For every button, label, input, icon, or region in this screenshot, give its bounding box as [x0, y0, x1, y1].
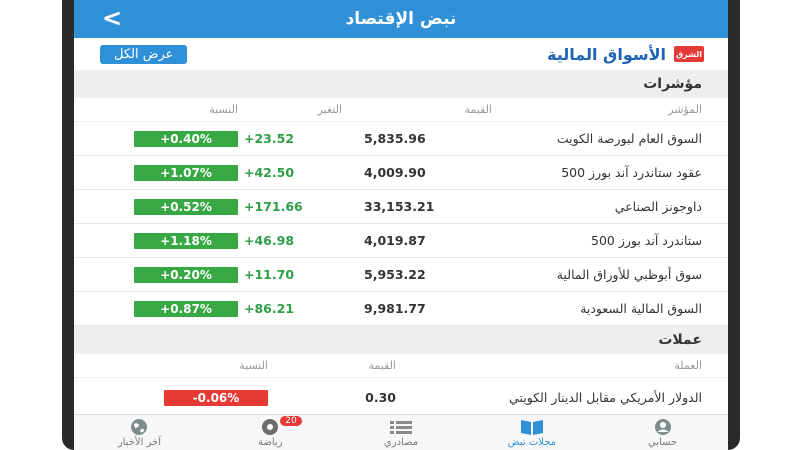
list-icon [388, 418, 414, 436]
index-name: السوق المالية السعودية [580, 300, 702, 316]
index-change: +86.21 [244, 301, 295, 316]
markets-header: الشرق الأسواق المالية عرض الكل [74, 38, 728, 70]
col-header-index: المؤشر [668, 102, 702, 116]
percent-badge: +1.18% [134, 232, 238, 249]
index-change: +11.70 [244, 267, 295, 282]
globe-icon [130, 418, 148, 436]
index-change: +23.52 [244, 131, 295, 146]
index-value: 5,953.22 [364, 267, 426, 282]
currency-row[interactable]: الدولار الأمريكي مقابل الدينار الكويتي 0… [74, 378, 728, 418]
tab-label: حسابي [647, 436, 678, 448]
book-icon [519, 418, 545, 436]
index-row[interactable]: السوق العام لبورصة الكويت 5,835.96 +23.5… [74, 122, 728, 156]
percent-cell: +0.52% [74, 198, 238, 215]
index-value: 9,981.77 [364, 301, 426, 316]
currency-name: الدولار الأمريكي مقابل الدينار الكويتي [509, 389, 702, 405]
app-bar: نبض الإقتصاد < [74, 0, 728, 38]
percent-cell: -0.06% [74, 389, 268, 406]
tab-latest-news[interactable]: آخر الأخبار [79, 418, 199, 448]
col-header-percent: النسبة [239, 359, 268, 372]
indices-column-headers: المؤشر القيمة التغير النسبة [74, 98, 728, 122]
markets-title: الأسواق المالية [547, 44, 666, 64]
currencies-column-headers: العملة القيمة النسبة [74, 354, 728, 378]
tab-my-sources[interactable]: مصادري [341, 418, 461, 448]
index-name: السوق العام لبورصة الكويت [556, 130, 702, 146]
app-screen: نبض الإقتصاد < الشرق الأسواق المالية عرض… [74, 0, 728, 450]
back-chevron-icon[interactable]: < [102, 6, 122, 30]
markets-brand: الشرق الأسواق المالية [547, 45, 704, 64]
col-header-value: القيمة [368, 359, 396, 372]
currencies-title: عملات [658, 332, 702, 348]
tab-my-account[interactable]: حسابي [603, 418, 723, 448]
col-header-currency: العملة [674, 358, 702, 372]
view-all-button[interactable]: عرض الكل [100, 44, 188, 64]
tab-label: مجلات نبض [507, 436, 557, 448]
percent-cell: +0.20% [74, 266, 238, 283]
indices-section-header: مؤشرات [74, 70, 728, 98]
percent-badge: -0.06% [164, 389, 268, 406]
index-change: +171.66 [244, 199, 303, 214]
phone-frame-left [62, 0, 74, 450]
tab-magazines[interactable]: مجلات نبض [472, 418, 592, 448]
index-value: 4,009.90 [364, 165, 426, 180]
percent-cell: +0.87% [74, 300, 238, 317]
tab-label: آخر الأخبار [117, 436, 162, 448]
index-row[interactable]: سوق أبوظبي للأوراق المالية 5,953.22 +11.… [74, 258, 728, 292]
tab-label: مصادري [383, 436, 419, 448]
index-name: سوق أبوظبي للأوراق المالية [556, 266, 702, 282]
col-header-change: التغير [317, 103, 342, 116]
tab-label: رياضة [257, 436, 283, 448]
percent-cell: +1.18% [74, 232, 238, 249]
football-icon: 20 [260, 415, 302, 436]
currencies-section-header: عملات [74, 326, 728, 354]
page-title: نبض الإقتصاد [345, 9, 457, 29]
index-row[interactable]: عقود ستاندرد آند بورز 500 4,009.90 +42.5… [74, 156, 728, 190]
percent-badge: +1.07% [134, 164, 238, 181]
index-value: 4,019.87 [364, 233, 426, 248]
index-row[interactable]: ستاندرد آند بورز 500 4,019.87 +46.98 +1.… [74, 224, 728, 258]
col-header-percent: النسبة [209, 103, 238, 116]
index-value: 5,835.96 [364, 131, 426, 146]
percent-badge: +0.40% [134, 130, 238, 147]
bottom-tab-bar: حسابي مجلات نبض مصادري 20 رياضة آخر الأخ… [74, 414, 728, 450]
brand-logo-icon: الشرق [674, 46, 704, 62]
index-row[interactable]: السوق المالية السعودية 9,981.77 +86.21 +… [74, 292, 728, 326]
index-change: +42.50 [244, 165, 295, 180]
sports-notification-badge: 20 [280, 415, 302, 426]
phone-frame-right [728, 0, 740, 450]
index-change: +46.98 [244, 233, 295, 248]
index-value: 33,153.21 [364, 199, 435, 214]
percent-cell: +1.07% [74, 164, 238, 181]
percent-cell: +0.40% [74, 130, 238, 147]
currency-value: 0.30 [365, 390, 396, 405]
user-icon [654, 418, 672, 436]
index-name: داوجونز الصناعي [614, 198, 702, 214]
index-name: عقود ستاندرد آند بورز 500 [561, 164, 702, 180]
index-name: ستاندرد آند بورز 500 [591, 232, 702, 248]
col-header-value: القيمة [464, 103, 492, 116]
index-row[interactable]: داوجونز الصناعي 33,153.21 +171.66 +0.52% [74, 190, 728, 224]
tab-sports[interactable]: 20 رياضة [210, 415, 330, 448]
percent-badge: +0.20% [134, 266, 238, 283]
indices-title: مؤشرات [643, 76, 702, 92]
percent-badge: +0.52% [134, 198, 238, 215]
percent-badge: +0.87% [134, 300, 238, 317]
